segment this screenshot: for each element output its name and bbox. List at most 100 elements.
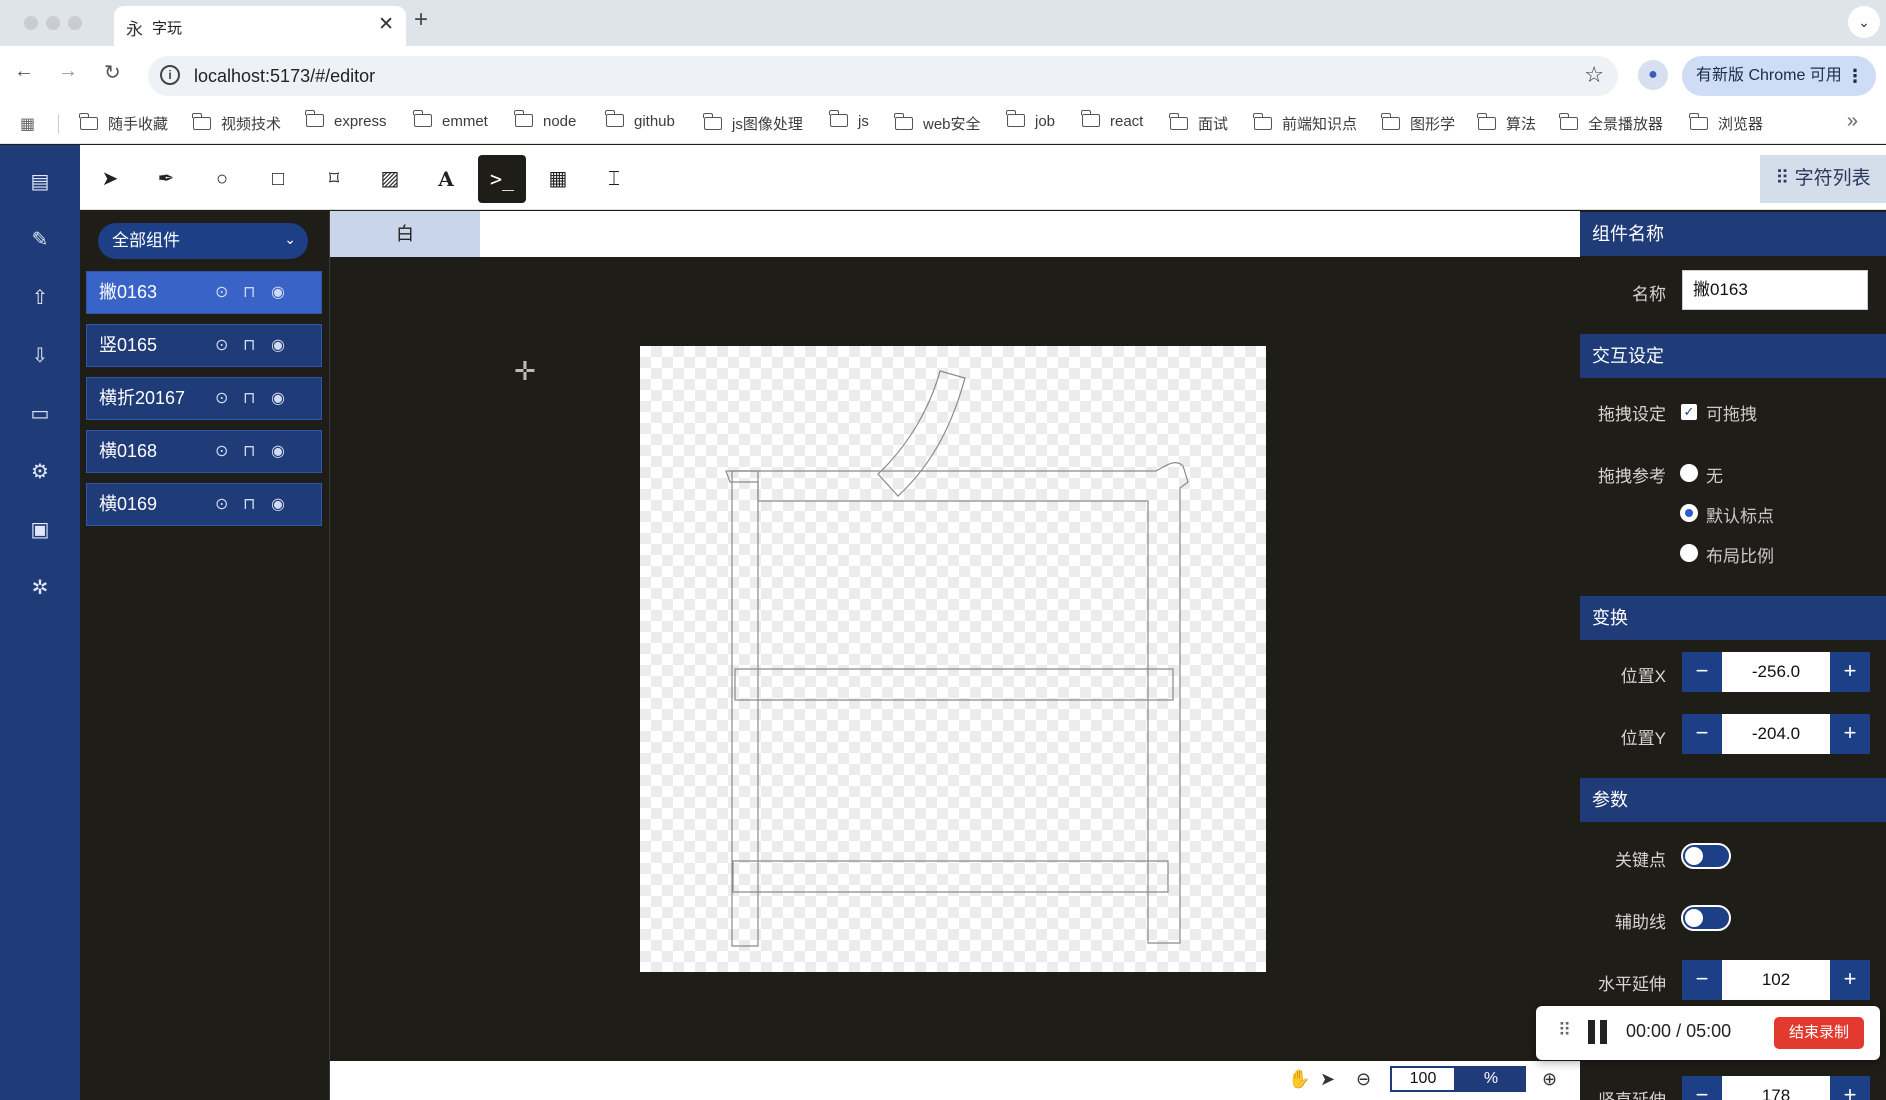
eye-icon[interactable]: ◉: [271, 325, 285, 366]
increment-button[interactable]: +: [1830, 1076, 1870, 1100]
layer-item[interactable]: 横折20167 ⊙ ⊓ ◉: [86, 377, 322, 420]
image-tool-icon[interactable]: ▨: [366, 155, 414, 203]
profile-avatar-icon[interactable]: ●: [1638, 60, 1668, 90]
tab-close-icon[interactable]: ✕: [378, 13, 394, 36]
check-circle-icon[interactable]: ⊙: [215, 378, 228, 419]
new-tab-plus-icon[interactable]: +: [414, 6, 428, 34]
bookmark-item[interactable]: 全景播放器: [1559, 113, 1663, 134]
omnibox[interactable]: i localhost:5173/#/editor ☆: [148, 56, 1618, 96]
upload-icon[interactable]: ⇧: [25, 283, 55, 313]
terminal-tool-icon[interactable]: >_: [478, 155, 526, 203]
pos-y-input[interactable]: -204.0: [1722, 714, 1830, 754]
back-arrow-icon[interactable]: ←: [14, 60, 34, 83]
grid-tool-icon[interactable]: ▦: [534, 155, 582, 203]
polygon-tool-icon[interactable]: ⌑: [310, 155, 358, 203]
lock-icon[interactable]: ⊓: [243, 325, 255, 366]
bookmark-item[interactable]: js图像处理: [703, 113, 803, 134]
lock-icon[interactable]: ⊓: [243, 272, 255, 313]
window-close-light[interactable]: [24, 16, 38, 30]
stroke-heng-1[interactable]: [734, 668, 1174, 701]
hand-tool-icon[interactable]: ✋: [1288, 1069, 1310, 1090]
stroke-hengzhe[interactable]: [725, 462, 1189, 944]
eye-icon[interactable]: ◉: [271, 272, 285, 313]
settings-icon[interactable]: ⚙: [25, 457, 55, 487]
decrement-button[interactable]: −: [1682, 960, 1722, 1000]
bookmark-item[interactable]: node: [514, 110, 576, 130]
pos-x-input[interactable]: -256.0: [1722, 652, 1830, 692]
bookmark-item[interactable]: 算法: [1477, 113, 1536, 134]
gear-icon[interactable]: ✲: [25, 573, 55, 603]
component-filter-select[interactable]: 全部组件 ⌄: [98, 223, 308, 259]
clipboard-icon[interactable]: ▣: [25, 515, 55, 545]
drag-ref-radio-default[interactable]: [1680, 504, 1698, 522]
tab-search-chevron-icon[interactable]: ⌄: [1848, 6, 1880, 38]
stroke-heng-2[interactable]: [732, 860, 1169, 893]
download-icon[interactable]: ⇩: [25, 341, 55, 371]
zoom-out-icon[interactable]: ⊖: [1356, 1069, 1371, 1090]
layer-item[interactable]: 撇0163 ⊙ ⊓ ◉: [86, 271, 322, 314]
pause-icon[interactable]: [1586, 1020, 1608, 1044]
draggable-checkbox[interactable]: ✓: [1681, 404, 1697, 420]
layers-icon[interactable]: ▤: [25, 167, 55, 197]
stroke-shu[interactable]: [731, 470, 759, 947]
site-info-icon[interactable]: i: [160, 65, 180, 85]
stroke-pie[interactable]: [877, 370, 966, 497]
glyph-tool-icon[interactable]: ⌶: [590, 155, 638, 203]
eye-icon[interactable]: ◉: [271, 484, 285, 525]
edit-icon[interactable]: ✎: [25, 225, 55, 255]
decrement-button[interactable]: −: [1682, 1076, 1722, 1100]
end-recording-button[interactable]: 结束录制: [1774, 1017, 1864, 1049]
bookmark-item[interactable]: web安全: [894, 113, 981, 134]
check-circle-icon[interactable]: ⊙: [215, 484, 228, 525]
v-stretch-input[interactable]: 178: [1722, 1076, 1830, 1100]
decrement-button[interactable]: −: [1682, 714, 1722, 754]
reload-icon[interactable]: ↻: [104, 60, 121, 85]
eye-icon[interactable]: ◉: [271, 378, 285, 419]
lock-icon[interactable]: ⊓: [243, 431, 255, 472]
layer-item[interactable]: 横0168 ⊙ ⊓ ◉: [86, 430, 322, 473]
h-stretch-input[interactable]: 102: [1722, 960, 1830, 1000]
increment-button[interactable]: +: [1830, 652, 1870, 692]
check-circle-icon[interactable]: ⊙: [215, 325, 228, 366]
lock-icon[interactable]: ⊓: [243, 484, 255, 525]
bookmark-item[interactable]: 视频技术: [192, 113, 281, 134]
url-text[interactable]: localhost:5173/#/editor: [194, 66, 375, 87]
layer-item[interactable]: 横0169 ⊙ ⊓ ◉: [86, 483, 322, 526]
document-icon[interactable]: ▭: [25, 399, 55, 429]
pen-tool-icon[interactable]: ✒: [142, 155, 190, 203]
increment-button[interactable]: +: [1830, 714, 1870, 754]
pointer-icon[interactable]: ➤: [1320, 1069, 1335, 1090]
browser-tab[interactable]: 永 字玩 ✕: [114, 6, 406, 46]
rectangle-tool-icon[interactable]: □: [254, 155, 302, 203]
bookmark-star-icon[interactable]: ☆: [1584, 62, 1604, 88]
more-menu-icon[interactable]: ⋮: [1846, 56, 1864, 96]
bookmark-item[interactable]: 随手收藏: [79, 113, 168, 134]
window-minimize-light[interactable]: [46, 16, 60, 30]
layer-item[interactable]: 竖0165 ⊙ ⊓ ◉: [86, 324, 322, 367]
zoom-input[interactable]: 100: [1390, 1066, 1456, 1092]
bookmark-item[interactable]: job: [1006, 110, 1055, 130]
text-tool-icon[interactable]: A: [422, 155, 470, 203]
char-list-button[interactable]: ⠿ 字符列表: [1760, 155, 1886, 203]
eye-icon[interactable]: ◉: [271, 431, 285, 472]
canvas-tab[interactable]: 白: [330, 211, 480, 257]
check-circle-icon[interactable]: ⊙: [215, 272, 228, 313]
bookmark-item[interactable]: react: [1081, 110, 1143, 130]
name-input[interactable]: 撇0163: [1682, 270, 1868, 310]
bookmark-item[interactable]: js: [829, 110, 869, 130]
increment-button[interactable]: +: [1830, 960, 1870, 1000]
window-zoom-light[interactable]: [68, 16, 82, 30]
ellipse-tool-icon[interactable]: ○: [198, 155, 246, 203]
decrement-button[interactable]: −: [1682, 652, 1722, 692]
forward-arrow-icon[interactable]: →: [58, 60, 78, 83]
bookmark-item[interactable]: 面试: [1169, 113, 1228, 134]
drag-handle-icon[interactable]: ⠿: [1558, 1020, 1571, 1041]
glyph-canvas[interactable]: [640, 346, 1266, 972]
guideline-toggle[interactable]: [1681, 905, 1731, 931]
bookmark-item[interactable]: express: [305, 110, 387, 130]
bookmarks-overflow-icon[interactable]: »: [1847, 110, 1858, 133]
drag-ref-radio-layout[interactable]: [1680, 544, 1698, 562]
bookmark-item[interactable]: github: [605, 110, 675, 130]
lock-icon[interactable]: ⊓: [243, 378, 255, 419]
bookmark-item[interactable]: 前端知识点: [1253, 113, 1357, 134]
